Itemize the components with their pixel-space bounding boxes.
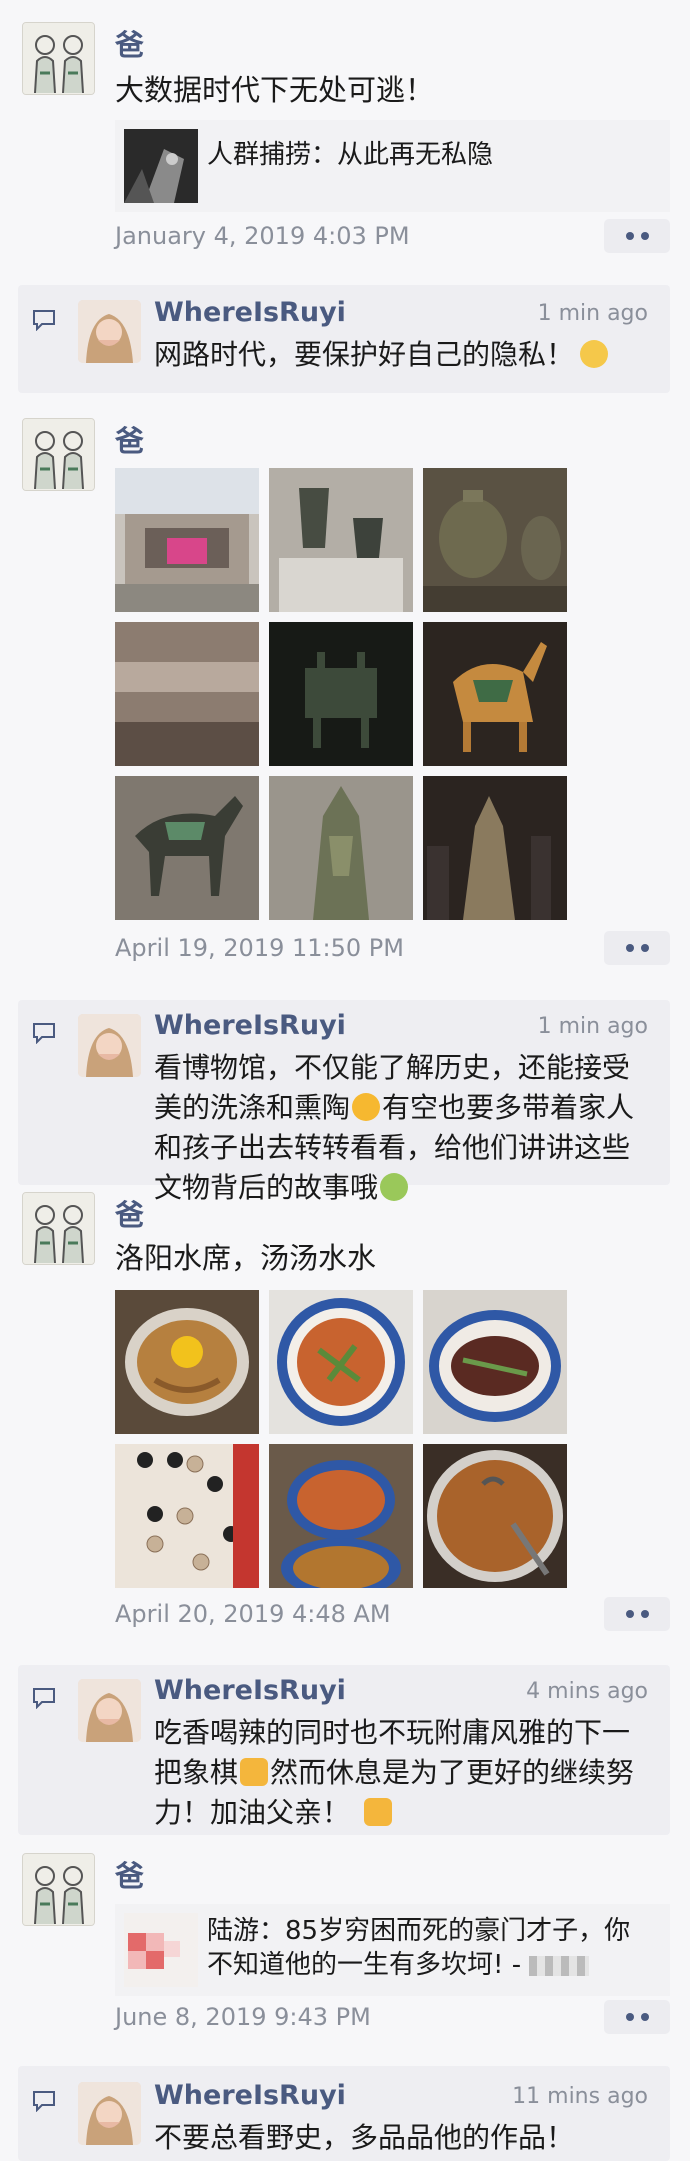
- link-thumbnail: [124, 129, 198, 203]
- photo-thumbnail[interactable]: [269, 1290, 413, 1434]
- commenter-name[interactable]: WhereIsRuyi: [154, 1675, 346, 1706]
- hug-emoji-icon: [380, 1173, 409, 1201]
- photo-thumbnail[interactable]: [423, 622, 567, 766]
- comment-box: WhereIsRuyi 1 min ago 看博物馆，不仅能了解历史，还能接受 …: [18, 1000, 670, 1204]
- post-text: 洛阳水席，汤汤水水: [115, 1241, 377, 1275]
- commenter-name[interactable]: WhereIsRuyi: [154, 1010, 346, 1041]
- commenter-avatar[interactable]: [78, 300, 141, 363]
- commenter-avatar[interactable]: [78, 2082, 141, 2145]
- photo-thumbnail[interactable]: [115, 468, 259, 612]
- sun-emoji-icon: [352, 1093, 381, 1121]
- avatar[interactable]: [22, 22, 95, 95]
- photo-thumbnail[interactable]: [423, 1444, 567, 1588]
- thumbs-up-emoji-icon: [240, 1758, 269, 1786]
- post-time: June 8, 2019 9:43 PM: [115, 2003, 371, 2031]
- link-thumbnail: [124, 1913, 198, 1987]
- thumbs-up-emoji-icon: [364, 1798, 393, 1826]
- post-time: April 19, 2019 11:50 PM: [115, 934, 404, 962]
- comment-bubble-icon[interactable]: [32, 2090, 56, 2112]
- avatar[interactable]: [22, 418, 95, 491]
- comment-text: 不要总看野史，多品品他的作品！: [154, 2121, 575, 2154]
- commenter-name[interactable]: WhereIsRuyi: [154, 297, 346, 328]
- photo-thumbnail[interactable]: [423, 776, 567, 920]
- comment-bubble-icon[interactable]: [32, 1687, 56, 1709]
- shared-link-card[interactable]: 陆游：85岁穷困而死的豪门才子，你 不知道他的一生有多坎坷! -: [115, 1904, 670, 1996]
- post-author[interactable]: 爸: [115, 1192, 144, 1234]
- photo-thumbnail[interactable]: [423, 1290, 567, 1434]
- avatar[interactable]: [22, 1192, 95, 1265]
- comment-bubble-icon[interactable]: [32, 1022, 56, 1044]
- commenter-avatar[interactable]: [78, 1014, 141, 1077]
- shared-link-card[interactable]: 人群捕捞：从此再无私隐: [115, 120, 670, 212]
- commenter-name[interactable]: WhereIsRuyi: [154, 2080, 346, 2111]
- photo-thumbnail[interactable]: [269, 468, 413, 612]
- photo-thumbnail[interactable]: [269, 776, 413, 920]
- comment-box: WhereIsRuyi 1 min ago 网路时代，要保护好自己的隐私！: [18, 285, 670, 393]
- comment-text: 吃香喝辣的同时也不玩附庸风雅的下一 把象棋 然而休息是为了更好的继续努 力！加油父…: [154, 1716, 635, 1829]
- comment-box: WhereIsRuyi 4 mins ago 吃香喝辣的同时也不玩附庸风雅的下一…: [18, 1665, 670, 1835]
- post-time: April 20, 2019 4:48 AM: [115, 1600, 391, 1628]
- comment-time: 1 min ago: [537, 1014, 648, 1039]
- more-dots-icon[interactable]: [604, 219, 670, 253]
- post-time: January 4, 2019 4:03 PM: [115, 222, 410, 250]
- comment-time: 1 min ago: [537, 301, 648, 326]
- photo-thumbnail[interactable]: [115, 1290, 259, 1434]
- photo-thumbnail[interactable]: [115, 622, 259, 766]
- post-text: 大数据时代下无处可逃！: [115, 73, 435, 107]
- photo-thumbnail[interactable]: [115, 1444, 259, 1588]
- more-dots-icon[interactable]: [604, 2000, 670, 2034]
- avatar[interactable]: [22, 1853, 95, 1926]
- more-dots-icon[interactable]: [604, 931, 670, 965]
- more-dots-icon[interactable]: [604, 1597, 670, 1631]
- comment-box: WhereIsRuyi 11 mins ago 不要总看野史，多品品他的作品！: [18, 2066, 670, 2161]
- blurred-icon: [529, 1956, 590, 1976]
- comment-text: 网路时代，要保护好自己的隐私！: [154, 335, 654, 375]
- post-author[interactable]: 爸: [115, 22, 144, 64]
- comment-time: 11 mins ago: [512, 2084, 648, 2109]
- smile-emoji-icon: [580, 340, 609, 368]
- comment-text: 看博物馆，不仅能了解历史，还能接受 美的洗涤和熏陶 有空也要多带着家人 和孩子出去…: [154, 1051, 635, 1204]
- comment-bubble-icon[interactable]: [32, 309, 56, 331]
- photo-thumbnail[interactable]: [269, 622, 413, 766]
- photo-thumbnail[interactable]: [423, 468, 567, 612]
- photo-thumbnail[interactable]: [269, 1444, 413, 1588]
- commenter-avatar[interactable]: [78, 1679, 141, 1742]
- photo-thumbnail[interactable]: [115, 776, 259, 920]
- moments-feed: 爸 大数据时代下无处可逃！ 人群捕捞：从此再无私隐 January 4, 201…: [0, 0, 690, 2161]
- post-author[interactable]: 爸: [115, 1853, 144, 1895]
- link-title: 陆游：85岁穷困而死的豪门才子，你 不知道他的一生有多坎坷! -: [207, 1916, 631, 1980]
- comment-time: 4 mins ago: [526, 1679, 648, 1704]
- post-author[interactable]: 爸: [115, 418, 144, 460]
- link-title: 人群捕捞：从此再无私隐: [207, 140, 494, 170]
